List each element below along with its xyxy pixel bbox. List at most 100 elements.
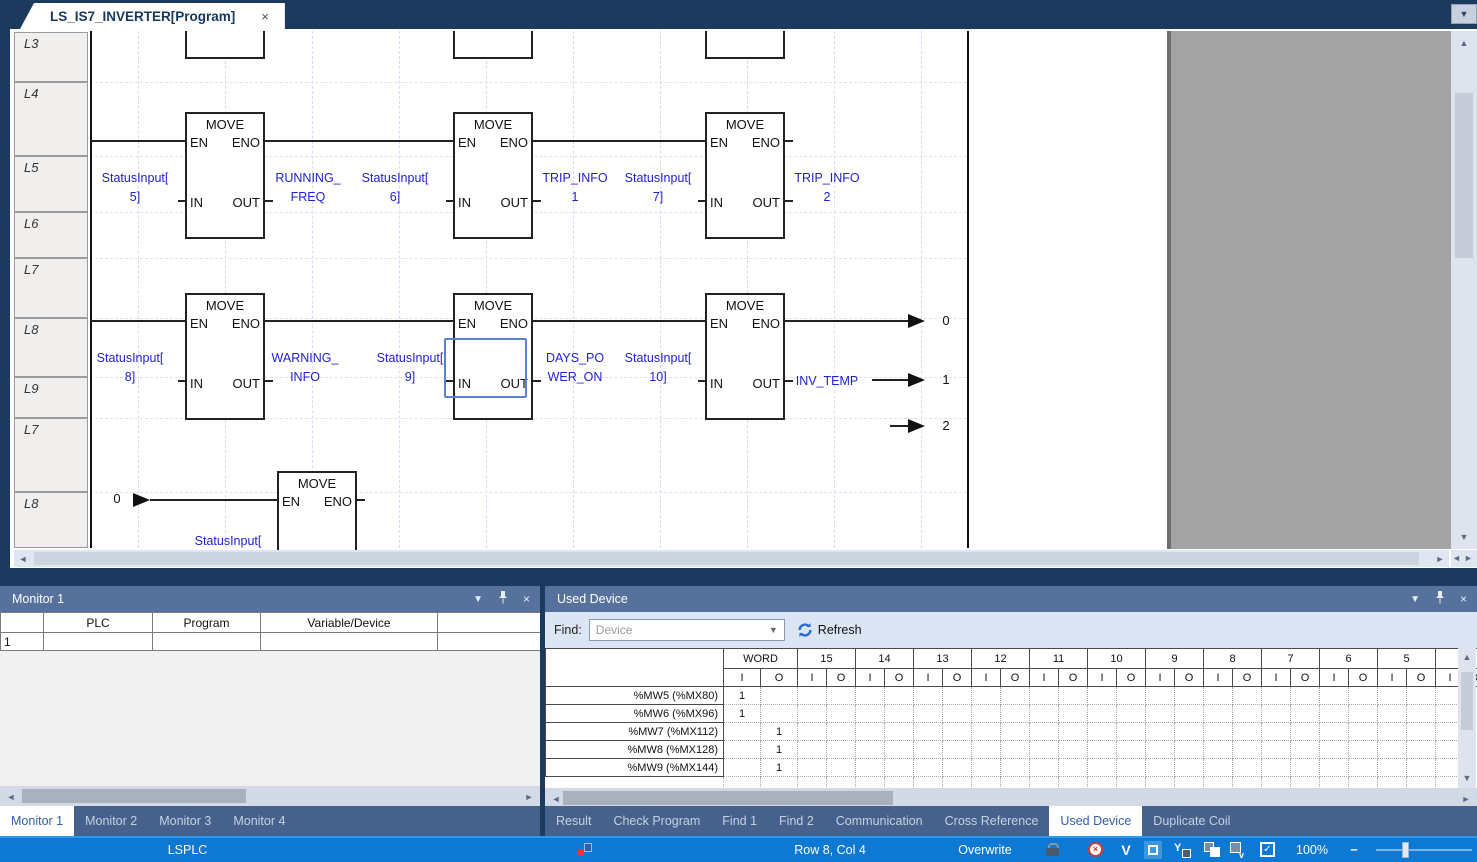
rung-label-3[interactable]: L5 — [14, 156, 88, 212]
bit-usage-cell[interactable] — [1233, 705, 1262, 723]
bit-usage-cell[interactable] — [972, 759, 1001, 777]
rung-label-4[interactable]: L6 — [14, 212, 88, 258]
bit-usage-cell[interactable] — [1407, 723, 1436, 741]
program-cell[interactable] — [153, 633, 261, 651]
bit-usage-cell[interactable] — [761, 687, 798, 705]
bit-usage-cell[interactable] — [1291, 687, 1320, 705]
bit-usage-cell[interactable] — [1030, 687, 1059, 705]
device-name-cell[interactable]: %MW9 (%MX144) — [546, 759, 724, 777]
bit-usage-cell[interactable] — [1378, 741, 1407, 759]
bit-usage-cell[interactable] — [1146, 723, 1175, 741]
tab-close-icon[interactable]: × — [261, 9, 269, 24]
ladder-horizontal-scrollbar[interactable]: ◄ ► — [14, 550, 1449, 567]
variable-label[interactable]: INV_TEMP — [782, 372, 872, 391]
used-device-row[interactable]: %MW5 (%MX80)1 — [546, 687, 1477, 705]
bit-usage-cell[interactable] — [827, 741, 856, 759]
rung-label-5[interactable]: L7 — [14, 258, 88, 318]
bit-usage-cell[interactable] — [972, 687, 1001, 705]
tab-cross-reference[interactable]: Cross Reference — [934, 806, 1050, 836]
bit-usage-cell[interactable] — [827, 759, 856, 777]
bit-usage-cell[interactable] — [1001, 723, 1030, 741]
bit-usage-cell[interactable] — [856, 759, 885, 777]
tab-duplicate-coil[interactable]: Duplicate Coil — [1142, 806, 1241, 836]
panel-pin-icon[interactable] — [498, 591, 508, 607]
bit-usage-cell[interactable] — [1088, 741, 1117, 759]
bit-usage-cell[interactable] — [1117, 741, 1146, 759]
bit-usage-cell[interactable]: 1 — [761, 741, 798, 759]
bit-usage-cell[interactable] — [1262, 723, 1291, 741]
document-tab[interactable]: LS_IS7_INVERTER[Program] × — [20, 3, 285, 29]
scroll-right-arrow[interactable]: ► — [522, 791, 536, 803]
bit-usage-cell[interactable] — [724, 723, 761, 741]
bit-usage-cell[interactable] — [1262, 687, 1291, 705]
scrollbar-thumb[interactable] — [34, 552, 1419, 565]
scroll-right-arrow[interactable]: ► — [1433, 553, 1447, 565]
bit-usage-cell[interactable] — [798, 723, 827, 741]
variable-label[interactable]: StatusInput[ — [183, 532, 273, 551]
panel-close-icon[interactable]: × — [1460, 592, 1467, 606]
move-block-6[interactable]: MOVE ENENO INOUT — [705, 293, 785, 420]
bit-usage-cell[interactable] — [1117, 759, 1146, 777]
bit-usage-cell[interactable] — [1204, 759, 1233, 777]
variable-label[interactable]: StatusInput[5] — [90, 169, 180, 207]
device-name-cell[interactable]: %MW7 (%MX112) — [546, 723, 724, 741]
variable-label[interactable]: TRIP_INFO2 — [782, 169, 872, 207]
bit-usage-cell[interactable] — [1262, 741, 1291, 759]
move-block-1[interactable]: MOVE ENENO INOUT — [185, 112, 265, 239]
bit-usage-cell[interactable] — [885, 723, 914, 741]
bit-usage-cell[interactable] — [1059, 759, 1088, 777]
bit-usage-cell[interactable] — [1088, 723, 1117, 741]
bit-usage-cell[interactable] — [1175, 759, 1204, 777]
bit-usage-cell[interactable] — [914, 759, 943, 777]
panel-menu-chevron-icon[interactable]: ▼ — [1410, 594, 1420, 605]
zoom-slider-handle[interactable] — [1402, 842, 1409, 858]
rung-label-9[interactable]: L8 — [14, 492, 88, 548]
used-device-grid[interactable]: WORD151413121110987654IOIOIOIOIOIOIOIOIO… — [545, 648, 1477, 788]
bit-usage-cell[interactable] — [1059, 741, 1088, 759]
panel-close-icon[interactable]: × — [523, 592, 530, 606]
bit-usage-cell[interactable] — [885, 705, 914, 723]
scrollbar-thumb[interactable] — [563, 791, 893, 805]
variable-label[interactable]: StatusInput[8] — [85, 349, 175, 387]
panel-pin-icon[interactable] — [1435, 591, 1445, 607]
scroll-left-arrow[interactable]: ◄ — [16, 553, 30, 565]
bit-usage-cell[interactable] — [1407, 687, 1436, 705]
variable-label[interactable]: StatusInput[9] — [365, 349, 455, 387]
bit-usage-cell[interactable] — [1117, 723, 1146, 741]
bit-usage-cell[interactable] — [1378, 723, 1407, 741]
scroll-right-arrow[interactable]: ► — [1459, 793, 1473, 805]
used-device-row[interactable]: %MW6 (%MX96)1 — [546, 705, 1477, 723]
bit-usage-cell[interactable] — [827, 687, 856, 705]
bit-usage-cell[interactable] — [1233, 723, 1262, 741]
variable-label[interactable]: RUNNING_FREQ — [263, 169, 353, 207]
device-copy-icon[interactable] — [1204, 842, 1222, 858]
bit-usage-cell[interactable] — [1262, 705, 1291, 723]
bit-usage-cell[interactable] — [943, 705, 972, 723]
bit-usage-cell[interactable] — [1175, 687, 1204, 705]
bit-usage-cell[interactable] — [798, 687, 827, 705]
bit-usage-cell[interactable] — [885, 759, 914, 777]
value-cell[interactable] — [438, 633, 541, 651]
scroll-down-arrow[interactable]: ▼ — [1457, 531, 1471, 543]
tab-used-device[interactable]: Used Device — [1049, 806, 1142, 836]
zoom-slider-track[interactable] — [1376, 849, 1472, 851]
bit-usage-cell[interactable] — [1233, 759, 1262, 777]
bit-usage-cell[interactable] — [1146, 741, 1175, 759]
bit-usage-cell[interactable] — [943, 741, 972, 759]
bit-usage-cell[interactable] — [1175, 723, 1204, 741]
bit-usage-cell[interactable] — [1407, 759, 1436, 777]
variable-label[interactable]: StatusInput[7] — [613, 169, 703, 207]
bit-usage-cell[interactable] — [1204, 687, 1233, 705]
bit-usage-cell[interactable] — [885, 687, 914, 705]
bit-usage-cell[interactable] — [1059, 687, 1088, 705]
scroll-up-arrow[interactable]: ▲ — [1460, 651, 1474, 663]
bit-usage-cell[interactable] — [1349, 759, 1378, 777]
bit-usage-cell[interactable] — [724, 759, 761, 777]
bit-usage-cell[interactable] — [1349, 741, 1378, 759]
bit-usage-cell[interactable] — [1001, 759, 1030, 777]
bit-usage-cell[interactable] — [798, 741, 827, 759]
bit-usage-cell[interactable] — [1030, 705, 1059, 723]
device-name-cell[interactable]: %MW6 (%MX96) — [546, 705, 724, 723]
split-view-buttons[interactable]: ◄ ► — [1451, 550, 1477, 567]
bit-usage-cell[interactable] — [1233, 741, 1262, 759]
